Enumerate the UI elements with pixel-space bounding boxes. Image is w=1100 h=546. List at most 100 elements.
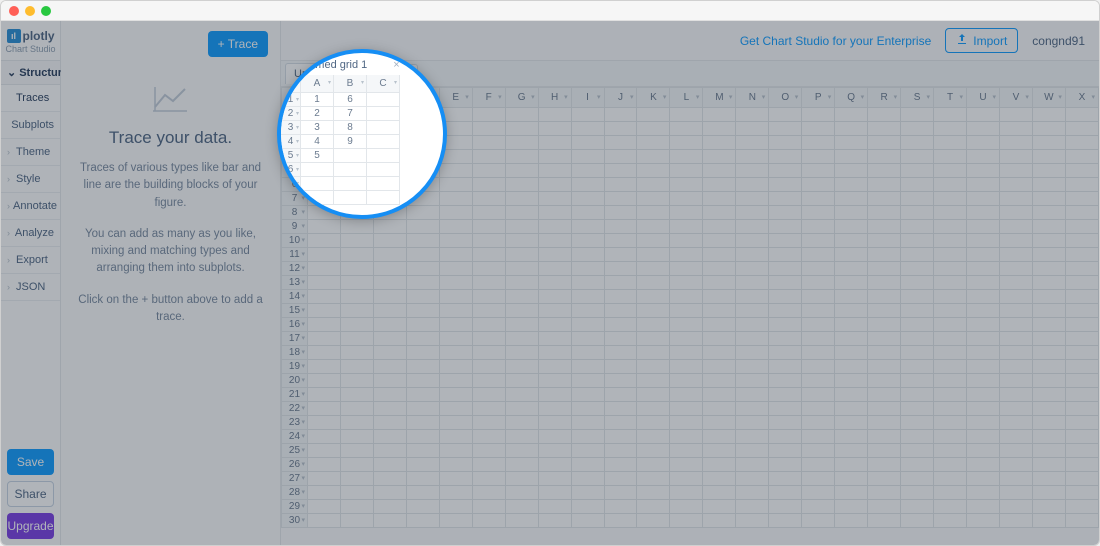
grid-cell[interactable] xyxy=(901,136,934,150)
grid-cell[interactable] xyxy=(802,220,835,234)
grid-cell[interactable] xyxy=(472,206,505,220)
grid-cell[interactable] xyxy=(340,430,373,444)
grid-cell[interactable] xyxy=(868,248,901,262)
grid-cell[interactable] xyxy=(901,332,934,346)
grid-cell[interactable] xyxy=(802,318,835,332)
grid-cell[interactable] xyxy=(967,122,1000,136)
grid-cell[interactable] xyxy=(340,374,373,388)
grid-cell[interactable] xyxy=(934,290,967,304)
grid-cell[interactable] xyxy=(406,500,439,514)
grid-cell[interactable] xyxy=(703,276,736,290)
grid-cell[interactable] xyxy=(472,500,505,514)
grid-cell[interactable] xyxy=(439,486,472,500)
grid-cell[interactable] xyxy=(835,220,868,234)
grid-cell[interactable] xyxy=(934,374,967,388)
column-header[interactable]: I▾ xyxy=(571,88,604,108)
grid-cell[interactable] xyxy=(1065,262,1098,276)
grid-cell[interactable] xyxy=(505,486,538,500)
grid-cell[interactable] xyxy=(703,234,736,248)
grid-cell[interactable] xyxy=(769,346,802,360)
grid-cell[interactable] xyxy=(1065,150,1098,164)
grid-cell[interactable] xyxy=(307,262,340,276)
grid-cell[interactable] xyxy=(1065,304,1098,318)
grid-cell[interactable] xyxy=(703,262,736,276)
grid-cell[interactable] xyxy=(307,304,340,318)
grid-cell[interactable] xyxy=(439,178,472,192)
grid-cell[interactable] xyxy=(439,276,472,290)
grid-cell[interactable] xyxy=(1065,486,1098,500)
grid-cell[interactable] xyxy=(1065,430,1098,444)
grid-cell[interactable] xyxy=(967,402,1000,416)
grid-cell[interactable] xyxy=(736,346,769,360)
grid-cell[interactable] xyxy=(1065,248,1098,262)
grid-cell[interactable] xyxy=(538,234,571,248)
grid-cell[interactable] xyxy=(835,472,868,486)
grid-cell[interactable] xyxy=(505,248,538,262)
grid-cell[interactable] xyxy=(472,416,505,430)
sidebar-item-subplots[interactable]: Subplots xyxy=(1,112,60,139)
grid-cell[interactable] xyxy=(571,150,604,164)
grid-cell[interactable] xyxy=(703,374,736,388)
grid-cell[interactable] xyxy=(604,416,637,430)
grid-cell[interactable] xyxy=(769,444,802,458)
grid-cell[interactable] xyxy=(637,472,670,486)
grid-cell[interactable] xyxy=(571,276,604,290)
grid-cell[interactable] xyxy=(439,444,472,458)
grid-cell[interactable] xyxy=(769,164,802,178)
grid-cell[interactable] xyxy=(538,430,571,444)
grid-cell[interactable] xyxy=(967,318,1000,332)
grid-cell[interactable] xyxy=(999,192,1032,206)
sidebar-item-theme[interactable]: ›Theme xyxy=(1,139,60,166)
grid-cell[interactable] xyxy=(999,374,1032,388)
column-header[interactable]: V▾ xyxy=(999,88,1032,108)
grid-cell[interactable] xyxy=(373,346,406,360)
sidebar-item-traces[interactable]: Traces xyxy=(1,85,60,112)
grid-cell[interactable] xyxy=(604,346,637,360)
grid-cell[interactable] xyxy=(439,458,472,472)
grid-cell[interactable] xyxy=(769,514,802,528)
grid-cell[interactable] xyxy=(670,500,703,514)
row-header[interactable]: 27▾ xyxy=(282,472,308,486)
grid-cell[interactable] xyxy=(1065,234,1098,248)
grid-cell[interactable] xyxy=(472,514,505,528)
grid-cell[interactable] xyxy=(835,346,868,360)
grid-cell[interactable] xyxy=(901,206,934,220)
grid-cell[interactable] xyxy=(505,108,538,122)
grid-cell[interactable] xyxy=(901,108,934,122)
grid-cell[interactable] xyxy=(538,472,571,486)
upgrade-button[interactable]: Upgrade xyxy=(7,513,54,539)
grid-cell[interactable] xyxy=(769,234,802,248)
grid-cell[interactable] xyxy=(736,304,769,318)
grid-cell[interactable] xyxy=(670,248,703,262)
grid-cell[interactable] xyxy=(472,150,505,164)
grid-cell[interactable] xyxy=(571,164,604,178)
grid-cell[interactable] xyxy=(736,444,769,458)
enterprise-link[interactable]: Get Chart Studio for your Enterprise xyxy=(740,34,931,48)
grid-cell[interactable] xyxy=(835,178,868,192)
grid-cell[interactable] xyxy=(999,276,1032,290)
grid-cell[interactable] xyxy=(637,346,670,360)
grid-cell[interactable] xyxy=(538,402,571,416)
grid-cell[interactable] xyxy=(604,304,637,318)
grid-cell[interactable] xyxy=(439,220,472,234)
grid-cell[interactable] xyxy=(934,276,967,290)
grid-cell[interactable] xyxy=(967,374,1000,388)
grid-cell[interactable] xyxy=(1032,234,1065,248)
grid-cell[interactable] xyxy=(736,416,769,430)
grid-cell[interactable] xyxy=(439,472,472,486)
grid-cell[interactable] xyxy=(868,486,901,500)
grid-cell[interactable] xyxy=(505,500,538,514)
column-header[interactable]: P▾ xyxy=(802,88,835,108)
row-header[interactable]: 10▾ xyxy=(282,234,308,248)
row-header[interactable]: 24▾ xyxy=(282,430,308,444)
grid-cell[interactable] xyxy=(373,220,406,234)
grid-cell[interactable] xyxy=(835,164,868,178)
grid-cell[interactable] xyxy=(670,332,703,346)
grid-cell[interactable] xyxy=(571,318,604,332)
grid-cell[interactable] xyxy=(868,122,901,136)
grid-cell[interactable] xyxy=(604,234,637,248)
grid-cell[interactable] xyxy=(967,514,1000,528)
grid-cell[interactable] xyxy=(340,318,373,332)
grid-cell[interactable] xyxy=(934,332,967,346)
grid-cell[interactable] xyxy=(670,276,703,290)
